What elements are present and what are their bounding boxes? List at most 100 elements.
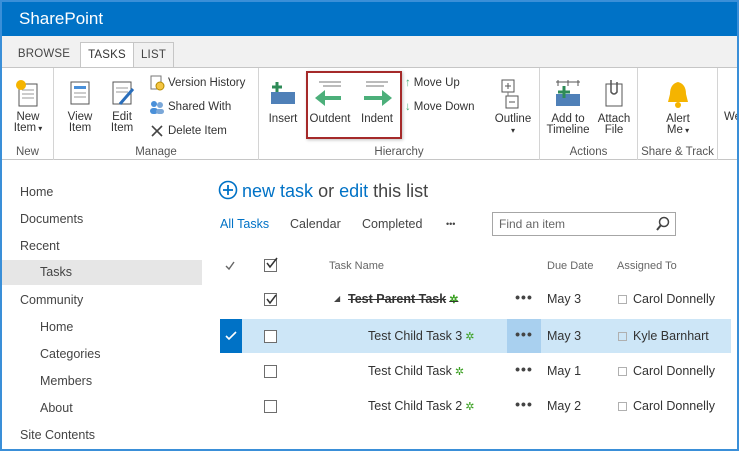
alert-me-button[interactable]: Alert Me ▾ xyxy=(656,78,700,136)
checked-icon xyxy=(266,294,277,305)
due-date: May 1 xyxy=(547,364,582,378)
dropdown-caret-icon: ▾ xyxy=(510,126,515,135)
table-row[interactable]: ◢ Test Parent Task ✲ ••• May 3 Carol Donn… xyxy=(220,282,731,316)
arrow-down-icon: ↓ xyxy=(405,101,411,113)
delete-item-button[interactable]: Delete Item xyxy=(149,122,227,140)
assigned-to-name: Kyle Barnhart xyxy=(633,329,709,343)
move-up-label: Move Up xyxy=(413,77,460,90)
assigned-to[interactable]: Carol Donnelly xyxy=(618,354,715,388)
new-item-label-2: Item xyxy=(13,122,37,134)
assigned-to-name: Carol Donnelly xyxy=(633,364,715,378)
nav-recent[interactable]: Recent xyxy=(20,234,60,259)
new-item-star-icon: ✲ xyxy=(454,366,465,378)
search-icon[interactable] xyxy=(655,216,671,232)
tab-list[interactable]: LIST xyxy=(134,42,174,68)
view-item-label-2: Item xyxy=(68,122,92,134)
move-down-button[interactable]: ↓ Move Down xyxy=(405,98,474,116)
table-row[interactable]: Test Child Task 3 ✲ ••• May 3 Kyle Barnha… xyxy=(220,319,731,353)
nav-members[interactable]: Members xyxy=(40,369,92,394)
header-due-date[interactable]: Due Date xyxy=(547,260,593,272)
insert-button[interactable]: Insert xyxy=(265,78,301,125)
new-item-star-icon: ✲ xyxy=(465,331,475,343)
nav-community-home[interactable]: Home xyxy=(40,315,73,340)
main-content: new task or edit this list All Tasks Cal… xyxy=(202,162,737,449)
table-row[interactable]: Test Child Task ✲ ••• May 1 Carol Donnell… xyxy=(220,354,731,388)
edit-item-button[interactable]: Edit Item xyxy=(104,78,140,134)
nav-documents[interactable]: Documents xyxy=(20,207,83,232)
search-box[interactable]: Find an item xyxy=(492,212,676,236)
arrow-up-icon: ↑ xyxy=(405,77,411,89)
more-views-ellipsis[interactable]: ••• xyxy=(446,219,455,229)
collapse-triangle-icon[interactable]: ◢ xyxy=(334,282,340,316)
insert-label: Insert xyxy=(268,113,298,125)
select-all-checkbox[interactable] xyxy=(264,257,278,272)
item-menu-ellipsis[interactable]: ••• xyxy=(507,282,541,316)
attach-file-button[interactable]: Attach File xyxy=(594,78,634,136)
dropdown-caret-icon: ▾ xyxy=(36,124,43,133)
item-menu-ellipsis[interactable]: ••• xyxy=(507,319,541,353)
due-date: May 3 xyxy=(547,329,582,343)
task-title[interactable]: Test Parent Task ✲ xyxy=(348,282,458,316)
new-item-button[interactable]: New Item ▾ xyxy=(8,78,48,134)
task-title[interactable]: Test Child Task ✲ xyxy=(368,354,464,388)
search-input[interactable]: Find an item xyxy=(499,217,565,231)
group-label-actions: Actions xyxy=(569,146,608,158)
header-task-name[interactable]: Task Name xyxy=(329,260,384,272)
move-up-button[interactable]: ↑ Move Up xyxy=(405,74,460,92)
task-title[interactable]: Test Child Task 2 ✲ xyxy=(368,389,474,423)
due-date: May 3 xyxy=(547,292,582,306)
shared-with-label: Shared With xyxy=(168,101,232,113)
edit-list-link[interactable]: edit xyxy=(339,181,368,201)
header-assigned-to[interactable]: Assigned To xyxy=(617,260,677,272)
group-label-share-track: Share & Track xyxy=(641,146,714,158)
tab-tasks[interactable]: TASKS xyxy=(80,42,134,68)
ribbon: New Item ▾ New View Item Edit Item Versi… xyxy=(2,67,737,160)
nav-site-contents[interactable]: Site Contents xyxy=(20,423,95,448)
paperclip-icon xyxy=(605,80,623,107)
app-window: SharePoint BROWSE TASKS LIST New Item ▾ … xyxy=(0,0,739,451)
ribbon-group-actions: Add to Timeline Attach File Actions xyxy=(540,68,638,160)
add-circle-icon[interactable] xyxy=(218,180,238,200)
item-menu-ellipsis[interactable]: ••• xyxy=(507,354,541,388)
nav-home[interactable]: Home xyxy=(20,180,53,205)
row-checkbox[interactable] xyxy=(264,330,277,343)
selected-check-icon xyxy=(225,331,237,341)
checkmark-column-icon xyxy=(225,261,235,271)
view-all-tasks[interactable]: All Tasks xyxy=(220,217,269,231)
assigned-to[interactable]: Carol Donnelly xyxy=(618,282,715,316)
assigned-to[interactable]: Kyle Barnhart xyxy=(618,319,709,353)
timeline-icon xyxy=(556,80,580,106)
presence-indicator-icon xyxy=(618,367,627,376)
task-title-text: Test Parent Task xyxy=(348,292,447,306)
item-menu-ellipsis[interactable]: ••• xyxy=(507,389,541,423)
tab-browse[interactable]: BROWSE xyxy=(12,42,76,68)
app-title[interactable]: SharePoint xyxy=(19,9,103,29)
row-checkbox[interactable] xyxy=(264,293,277,306)
new-item-star-icon: ✲ xyxy=(465,401,475,413)
nav-tasks[interactable]: Tasks xyxy=(2,260,202,285)
row-checkbox[interactable] xyxy=(264,365,277,378)
new-task-link[interactable]: new task xyxy=(242,181,313,201)
truncated-ribbon-button[interactable]: We xyxy=(724,108,737,126)
view-calendar[interactable]: Calendar xyxy=(290,217,341,231)
row-checkbox[interactable] xyxy=(264,400,277,413)
edit-item-icon xyxy=(112,81,135,105)
dropdown-caret-icon: ▾ xyxy=(682,126,690,135)
nav-about[interactable]: About xyxy=(40,396,73,421)
table-row[interactable]: Test Child Task 2 ✲ ••• May 2 Carol Donne… xyxy=(220,389,731,423)
row-selected-indicator[interactable] xyxy=(220,319,242,353)
shared-with-button[interactable]: Shared With xyxy=(149,98,231,116)
add-to-timeline-button[interactable]: Add to Timeline xyxy=(544,78,592,136)
task-title[interactable]: Test Child Task 3 ✲ xyxy=(368,319,474,353)
move-down-label: Move Down xyxy=(413,101,475,114)
nav-community[interactable]: Community xyxy=(20,288,83,313)
outline-label: Outline xyxy=(494,113,532,125)
view-completed[interactable]: Completed xyxy=(362,217,422,231)
view-item-button[interactable]: View Item xyxy=(62,78,98,134)
assigned-to[interactable]: Carol Donnelly xyxy=(618,389,715,423)
version-history-button[interactable]: Version History xyxy=(149,74,245,92)
group-label-new: New xyxy=(15,146,39,158)
outdent-indent-highlight xyxy=(306,71,402,139)
outline-button[interactable]: Outline ▾ xyxy=(491,78,535,136)
nav-categories[interactable]: Categories xyxy=(40,342,100,367)
